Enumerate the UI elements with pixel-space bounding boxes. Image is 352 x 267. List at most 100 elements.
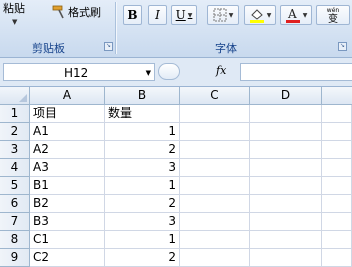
cell-b1[interactable]: 数量 [105, 105, 180, 123]
font-color-icon: A [285, 7, 300, 23]
cell-a6[interactable]: B2 [30, 195, 105, 213]
cell[interactable] [322, 213, 352, 231]
cell[interactable] [180, 195, 250, 213]
cell[interactable] [322, 105, 352, 123]
borders-icon [213, 8, 227, 22]
cell-a3[interactable]: A2 [30, 141, 105, 159]
select-all-icon [19, 94, 27, 102]
underline-label: U [175, 8, 186, 22]
paste-button[interactable]: 粘贴 ▼ [0, 0, 44, 38]
font-color-button[interactable]: A ▼ [280, 5, 312, 25]
cell[interactable] [250, 159, 322, 177]
insert-function-button[interactable]: fx [216, 64, 226, 77]
column-header-c[interactable]: C [180, 87, 250, 105]
paintbrush-icon [52, 5, 64, 19]
cell[interactable] [180, 177, 250, 195]
select-all-button[interactable] [0, 87, 30, 105]
cell-b5[interactable]: 1 [105, 177, 180, 195]
chevron-down-icon: ▼ [266, 11, 272, 19]
cell[interactable] [250, 195, 322, 213]
chevron-down-icon: ▼ [187, 11, 193, 19]
italic-button[interactable]: I [148, 5, 167, 25]
cell[interactable] [250, 177, 322, 195]
chevron-down-icon: ▼ [228, 11, 234, 19]
column-header-a[interactable]: A [30, 87, 105, 105]
cell-a9[interactable]: C2 [30, 249, 105, 267]
svg-text:A: A [287, 7, 297, 21]
fill-color-button[interactable]: ▼ [244, 5, 276, 25]
phonetic-guide-button[interactable]: wén 变 [316, 5, 350, 25]
cell-b8[interactable]: 1 [105, 231, 180, 249]
cell-a7[interactable]: B3 [30, 213, 105, 231]
cell-a5[interactable]: B1 [30, 177, 105, 195]
row-header[interactable]: 3 [0, 141, 30, 159]
clipboard-group-label: 剪贴板 [32, 42, 65, 55]
borders-button[interactable]: ▼ [207, 5, 239, 25]
row-header[interactable]: 2 [0, 123, 30, 141]
cell-b3[interactable]: 2 [105, 141, 180, 159]
cell[interactable] [322, 249, 352, 267]
cell[interactable] [322, 195, 352, 213]
row-header[interactable]: 7 [0, 213, 30, 231]
name-box-value: H12 [64, 66, 89, 80]
formula-bar: H12 ▼ fx [0, 58, 352, 87]
formula-input[interactable] [240, 63, 352, 81]
cell[interactable] [322, 177, 352, 195]
cell[interactable] [250, 249, 322, 267]
cell[interactable] [180, 213, 250, 231]
paste-label: 粘贴 [3, 2, 25, 15]
cell[interactable] [322, 231, 352, 249]
column-header-d[interactable]: D [250, 87, 322, 105]
cell[interactable] [250, 123, 322, 141]
ribbon: 粘贴 ▼ 格式刷 剪贴板 ↘ B I U ▼ ▼ ▼ A ▼ wén 变 字体 … [0, 0, 352, 58]
fill-bucket-icon [249, 9, 264, 23]
cell[interactable] [180, 231, 250, 249]
clipboard-dialog-launcher-icon[interactable]: ↘ [104, 42, 113, 51]
format-painter-label: 格式刷 [68, 6, 101, 19]
cell[interactable] [180, 249, 250, 267]
row-header[interactable]: 5 [0, 177, 30, 195]
row-header[interactable]: 6 [0, 195, 30, 213]
bold-label: B [127, 8, 138, 22]
format-painter-button[interactable]: 格式刷 [52, 3, 101, 21]
column-header-b[interactable]: B [105, 87, 180, 105]
cell[interactable] [250, 213, 322, 231]
font-group-label: 字体 [215, 42, 237, 55]
cell-b7[interactable]: 3 [105, 213, 180, 231]
cell[interactable] [180, 159, 250, 177]
cell[interactable] [322, 159, 352, 177]
chevron-down-icon: ▼ [302, 11, 308, 19]
formula-controls: fx [158, 63, 238, 81]
name-box[interactable]: H12 ▼ [3, 63, 155, 81]
group-divider [115, 2, 117, 54]
row-header[interactable]: 4 [0, 159, 30, 177]
cell[interactable] [180, 123, 250, 141]
cell-b4[interactable]: 3 [105, 159, 180, 177]
cell[interactable] [180, 105, 250, 123]
cell[interactable] [250, 231, 322, 249]
cell-a8[interactable]: C1 [30, 231, 105, 249]
row-header[interactable]: 8 [0, 231, 30, 249]
row-header[interactable]: 1 [0, 105, 30, 123]
cell[interactable] [322, 141, 352, 159]
underline-button[interactable]: U ▼ [171, 5, 197, 25]
cell-b2[interactable]: 1 [105, 123, 180, 141]
cell-a1[interactable]: 项目 [30, 105, 105, 123]
chevron-down-icon[interactable]: ▼ [146, 69, 151, 77]
font-dialog-launcher-icon[interactable]: ↘ [338, 42, 347, 51]
cell-b6[interactable]: 2 [105, 195, 180, 213]
phonetic-char: 变 [328, 14, 338, 25]
cell[interactable] [250, 105, 322, 123]
italic-label: I [155, 8, 160, 22]
bold-button[interactable]: B [123, 5, 142, 25]
cell-a4[interactable]: A3 [30, 159, 105, 177]
column-header-e[interactable] [322, 87, 352, 105]
cell[interactable] [180, 141, 250, 159]
cell-a2[interactable]: A1 [30, 123, 105, 141]
cell[interactable] [250, 141, 322, 159]
row-header[interactable]: 9 [0, 249, 30, 267]
expand-handle-icon[interactable] [158, 63, 180, 80]
cell[interactable] [322, 123, 352, 141]
chevron-down-icon[interactable]: ▼ [12, 18, 17, 26]
cell-b9[interactable]: 2 [105, 249, 180, 267]
